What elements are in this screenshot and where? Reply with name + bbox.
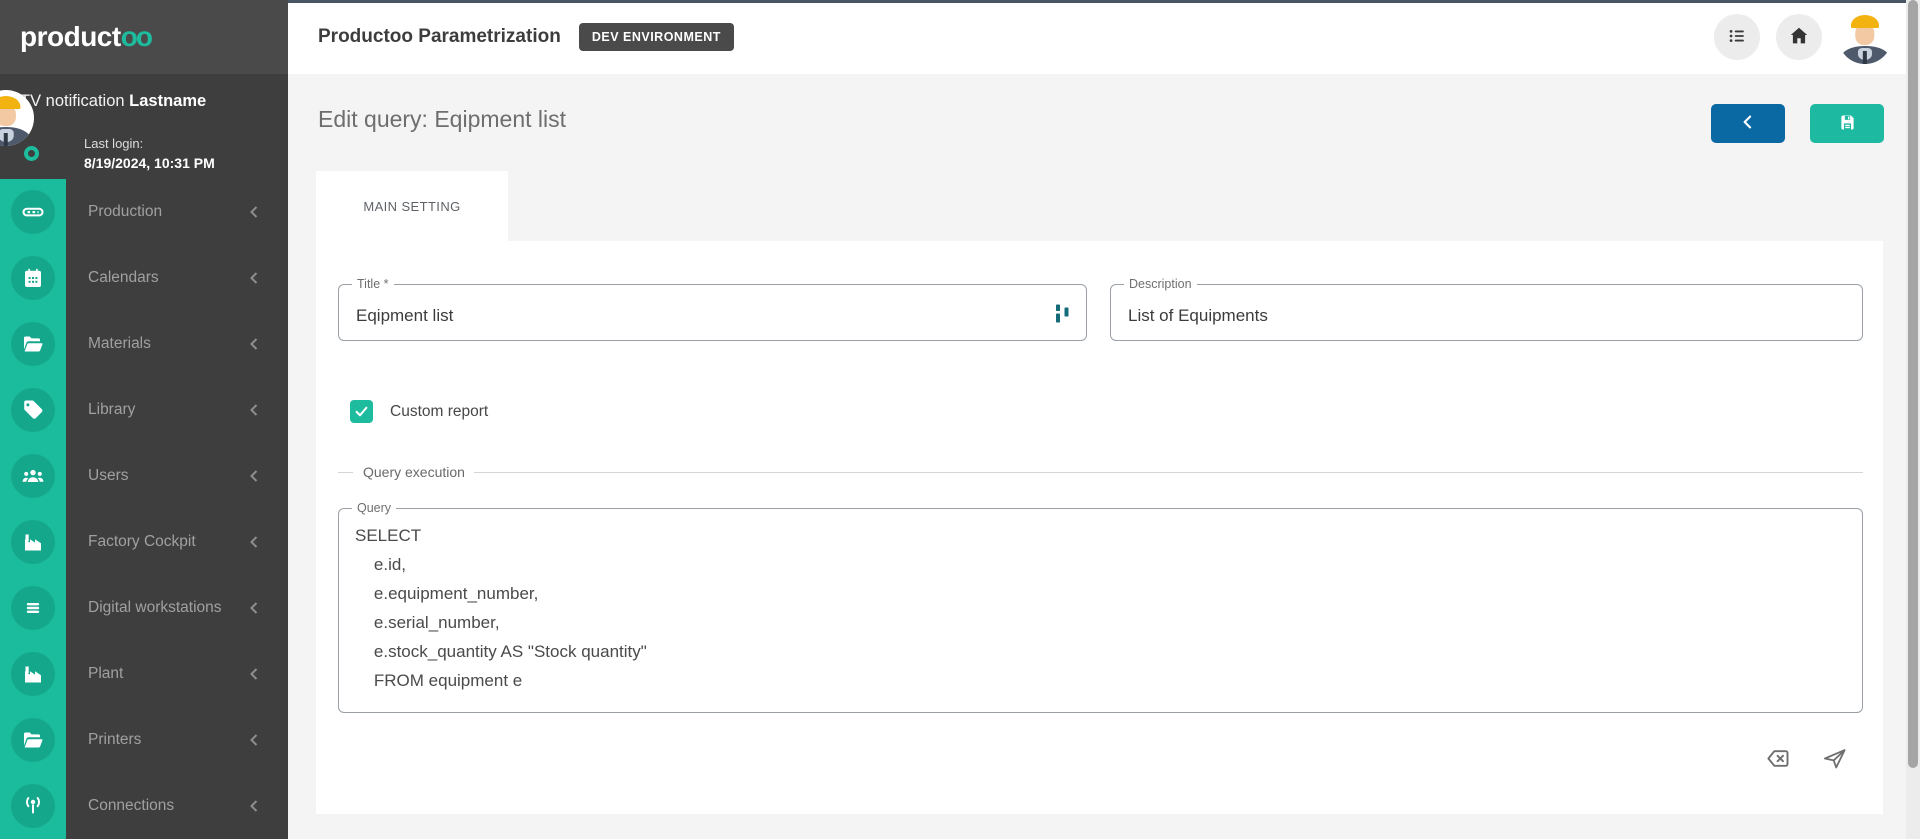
sidebar-item-factory-cockpit[interactable]: Factory Cockpit bbox=[0, 509, 288, 575]
avatar-helmet bbox=[0, 96, 21, 109]
sidebar-item-label: Factory Cockpit bbox=[88, 533, 196, 551]
description-field: Description bbox=[1110, 284, 1863, 341]
sidebar-item-label: Users bbox=[88, 467, 128, 485]
clear-query-button[interactable] bbox=[1763, 745, 1793, 775]
worker-avatar[interactable] bbox=[1838, 10, 1892, 64]
home-button[interactable] bbox=[1776, 14, 1822, 60]
bulleted-list-button[interactable] bbox=[1714, 14, 1760, 60]
query-execution-legend: Query execution bbox=[363, 464, 465, 480]
divider-line bbox=[338, 472, 353, 473]
chevron-left-icon bbox=[246, 270, 262, 286]
users-icon bbox=[11, 454, 55, 498]
scrollbar-thumb[interactable] bbox=[1908, 0, 1918, 768]
header-actions bbox=[1714, 0, 1892, 74]
chevron-left-icon bbox=[246, 666, 262, 682]
sidebar: productoo TV notification Lastname Last … bbox=[0, 0, 288, 839]
chevron-left-icon bbox=[246, 732, 262, 748]
bulleted-list-icon bbox=[1726, 25, 1748, 50]
tab-main-setting[interactable]: MAIN SETTING bbox=[316, 171, 508, 241]
query-execution-divider: Query execution bbox=[338, 462, 1863, 482]
chevron-left-icon bbox=[246, 402, 262, 418]
sidebar-item-users[interactable]: Users bbox=[0, 443, 288, 509]
send-icon bbox=[1821, 745, 1848, 775]
sidebar-item-library[interactable]: Library bbox=[0, 377, 288, 443]
chevron-left-icon bbox=[246, 204, 262, 220]
description-field-label: Description bbox=[1124, 277, 1197, 292]
query-field: Query SELECT e.id, e.equipment_number, e… bbox=[338, 508, 1863, 713]
productoo-logo: productoo bbox=[20, 21, 151, 53]
sidebar-item-label: Materials bbox=[88, 335, 151, 353]
status-ring-icon bbox=[24, 146, 39, 161]
save-button[interactable] bbox=[1810, 104, 1884, 143]
sidebar-item-label: Calendars bbox=[88, 269, 159, 287]
avatar-tie bbox=[4, 133, 8, 146]
backspace-icon bbox=[1765, 745, 1792, 775]
sidebar-item-label: Connections bbox=[88, 797, 174, 815]
calendar-icon bbox=[11, 256, 55, 300]
sidebar-item-production[interactable]: Production bbox=[0, 179, 288, 245]
back-button[interactable] bbox=[1711, 104, 1785, 143]
sidebar-item-printers[interactable]: Printers bbox=[0, 707, 288, 773]
sidebar-user-name: TV notification Lastname bbox=[20, 92, 206, 111]
tag-icon bbox=[11, 388, 55, 432]
logo-text-oo: oo bbox=[121, 21, 151, 52]
chevron-left-icon bbox=[246, 336, 262, 352]
custom-report-label: Custom report bbox=[390, 403, 488, 421]
floppy-save-icon bbox=[1837, 112, 1858, 136]
sidebar-menu: Production Calendars Materials bbox=[0, 179, 288, 839]
tab-label: MAIN SETTING bbox=[363, 199, 460, 214]
user-name-lastname: Lastname bbox=[129, 92, 206, 110]
home-icon bbox=[1787, 24, 1811, 51]
sidebar-item-digital-workstations[interactable]: Digital workstations bbox=[0, 575, 288, 641]
sidebar-item-label: Printers bbox=[88, 731, 141, 749]
scrollbar-track bbox=[1906, 0, 1920, 839]
conveyor-icon bbox=[11, 190, 55, 234]
list-lines-icon bbox=[11, 586, 55, 630]
title-input[interactable] bbox=[339, 285, 1086, 340]
chevron-left-icon bbox=[246, 534, 262, 550]
query-actions bbox=[1763, 745, 1849, 775]
chevron-left-icon bbox=[246, 468, 262, 484]
top-header: Productoo Parametrization DEV ENVIRONMEN… bbox=[288, 0, 1920, 74]
sidebar-item-label: Digital workstations bbox=[88, 599, 222, 617]
logo-block: productoo bbox=[0, 0, 288, 74]
factory-icon bbox=[11, 652, 55, 696]
title-field-label: Title * bbox=[352, 277, 394, 292]
sidebar-item-plant[interactable]: Plant bbox=[0, 641, 288, 707]
chevron-left-icon bbox=[246, 798, 262, 814]
main-setting-panel: Title * Description Custom report Query … bbox=[316, 241, 1883, 814]
environment-badge: DEV ENVIRONMENT bbox=[579, 23, 734, 51]
checkbox-checked-icon[interactable] bbox=[350, 400, 373, 423]
folder-open-icon bbox=[11, 322, 55, 366]
user-name-prefix: TV notification bbox=[20, 92, 129, 110]
description-input[interactable] bbox=[1111, 285, 1862, 340]
run-query-button[interactable] bbox=[1819, 745, 1849, 775]
avatar-tie bbox=[1863, 51, 1867, 64]
last-login-value: 8/19/2024, 10:31 PM bbox=[84, 155, 215, 171]
app-root: productoo TV notification Lastname Last … bbox=[0, 0, 1920, 839]
sidebar-item-label: Production bbox=[88, 203, 162, 221]
title-field: Title * bbox=[338, 284, 1087, 341]
sidebar-item-calendars[interactable]: Calendars bbox=[0, 245, 288, 311]
custom-report-checkbox-row[interactable]: Custom report bbox=[350, 400, 488, 423]
chevron-left-icon bbox=[246, 600, 262, 616]
avatar-helmet bbox=[1851, 15, 1879, 28]
divider-line bbox=[474, 472, 1863, 473]
last-login-label: Last login: bbox=[84, 136, 143, 151]
sidebar-item-materials[interactable]: Materials bbox=[0, 311, 288, 377]
window-top-edge bbox=[288, 0, 1920, 3]
sidebar-item-label: Library bbox=[88, 401, 135, 419]
translate-bars-icon[interactable] bbox=[1055, 303, 1070, 324]
antenna-icon bbox=[11, 784, 55, 828]
sidebar-item-connections[interactable]: Connections bbox=[0, 773, 288, 839]
chevron-left-icon bbox=[1738, 112, 1758, 135]
query-textarea[interactable]: SELECT e.id, e.equipment_number, e.seria… bbox=[339, 509, 1862, 712]
folder-open-icon bbox=[11, 718, 55, 762]
logo-text-product: product bbox=[20, 21, 121, 52]
app-title: Productoo Parametrization bbox=[318, 26, 561, 48]
factory-icon bbox=[11, 520, 55, 564]
page-title: Edit query: Eqipment list bbox=[318, 106, 566, 133]
sidebar-item-label: Plant bbox=[88, 665, 123, 683]
query-field-label: Query bbox=[352, 501, 396, 516]
